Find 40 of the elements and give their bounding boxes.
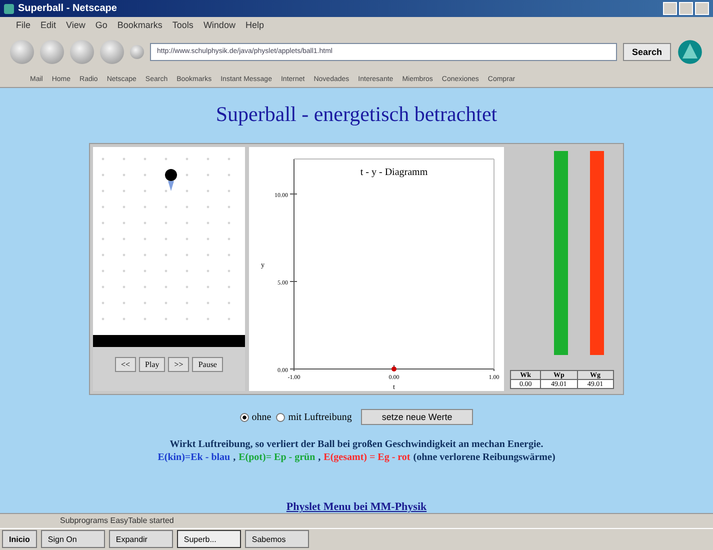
radio-label: ohne xyxy=(252,412,272,423)
legend-text: E(gesamt) = Eg - rot xyxy=(324,452,410,464)
chart-title: t - y - Diagramm xyxy=(360,167,428,178)
legend-text: E(kin)=Ek - blau xyxy=(158,452,230,464)
taskbar-button[interactable]: Sabemos xyxy=(244,530,309,548)
menu-item[interactable]: View xyxy=(66,20,86,30)
menu-link[interactable]: Physlet Menu bei MM-Physik xyxy=(286,501,427,514)
player-button[interactable]: >> xyxy=(168,357,190,372)
player-button[interactable]: << xyxy=(115,357,136,372)
minimize-button[interactable] xyxy=(663,2,677,16)
window-title: Superball - Netscape xyxy=(18,3,117,14)
menu-item[interactable]: Help xyxy=(245,20,264,30)
search-button[interactable]: Search xyxy=(622,43,671,62)
player-button[interactable]: Play xyxy=(139,357,166,372)
radio-button[interactable] xyxy=(276,412,286,422)
status-text: Subprograms EasyTable started xyxy=(60,516,174,526)
maximize-button[interactable] xyxy=(679,2,693,16)
radio-button[interactable] xyxy=(240,412,249,422)
apply-button[interactable]: setze neue Werte xyxy=(360,409,474,426)
separator-text: , xyxy=(318,452,321,464)
menu-item[interactable]: Edit xyxy=(40,20,56,30)
menu-item[interactable]: Go xyxy=(95,20,108,30)
legend-note: (ohne verlorene Reibungswärme) xyxy=(413,452,556,464)
taskbar-button[interactable]: Sign On xyxy=(40,530,105,548)
player-button[interactable]: Pause xyxy=(192,357,223,372)
menu-item[interactable]: Window xyxy=(203,20,236,30)
menu-item[interactable]: Tools xyxy=(172,20,194,30)
radio-label: mit Luftreibung xyxy=(288,412,352,423)
taskbar-button[interactable]: Expandir xyxy=(108,530,173,548)
taskbar-button[interactable]: Superb... xyxy=(176,530,241,548)
menu-item[interactable]: File xyxy=(16,20,31,30)
page-heading: Superball - energetisch betrachtet xyxy=(216,102,498,128)
separator-text: , xyxy=(233,452,236,464)
menu-item[interactable]: Bookmarks xyxy=(117,20,162,30)
legend-text: E(pot)= Ep - grün xyxy=(238,452,316,464)
netscape-logo-icon xyxy=(677,39,703,66)
explanation-text: Wirkt Luftreibung, so verliert der Ball bei großen Geschwindigkeit an mechan Energie. xyxy=(170,439,544,450)
close-button[interactable] xyxy=(695,2,709,16)
start-button[interactable]: Inicio xyxy=(2,530,37,548)
app-icon xyxy=(4,4,14,14)
